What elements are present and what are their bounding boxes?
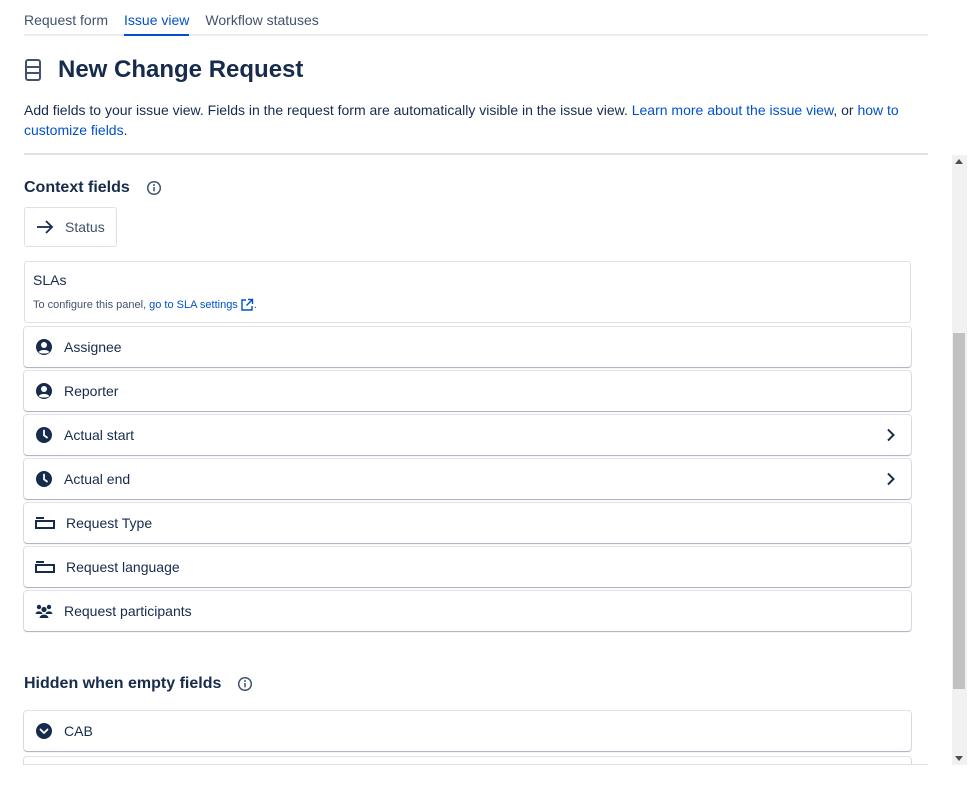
short-text-icon bbox=[35, 558, 55, 576]
status-label: Status bbox=[65, 219, 105, 235]
field-label: Actual end bbox=[64, 471, 131, 487]
field-row-request-type[interactable]: Request Type bbox=[24, 503, 911, 543]
description-text-mid: , or bbox=[833, 102, 858, 118]
field-label: Actual start bbox=[64, 427, 135, 443]
page-description: Add fields to your issue view. Fields in… bbox=[24, 100, 914, 140]
field-label: CAB bbox=[64, 723, 93, 739]
vertical-scrollbar[interactable] bbox=[952, 155, 967, 765]
tab-bar: Request form Issue view Workflow statuse… bbox=[24, 0, 928, 36]
field-label: Assignee bbox=[64, 339, 122, 355]
tab-issue-view[interactable]: Issue view bbox=[124, 0, 190, 36]
clock-icon bbox=[35, 426, 53, 444]
learn-more-issue-view-link[interactable]: Learn more about the issue view bbox=[632, 102, 834, 118]
form-icon bbox=[24, 57, 46, 83]
info-icon[interactable] bbox=[237, 676, 253, 692]
field-label: Request language bbox=[66, 559, 180, 575]
hidden-fields-heading: Hidden when empty fields bbox=[24, 675, 253, 693]
field-label: Reporter bbox=[64, 383, 119, 399]
field-row-reporter[interactable]: Reporter bbox=[24, 371, 911, 411]
field-row-request-language[interactable]: Request language bbox=[24, 547, 911, 587]
sla-note-end: . bbox=[253, 299, 257, 311]
page-header: New Change Request bbox=[24, 56, 303, 84]
description-text-end: . bbox=[123, 122, 128, 138]
chevron-right-icon[interactable] bbox=[883, 427, 899, 443]
page-title: New Change Request bbox=[58, 56, 304, 83]
sla-title: SLAs bbox=[33, 272, 67, 288]
bottom-divider bbox=[24, 764, 928, 765]
chevron-right-icon[interactable] bbox=[883, 471, 899, 487]
arrow-right-icon bbox=[35, 217, 55, 237]
field-row-actual-end[interactable]: Actual end bbox=[24, 459, 911, 499]
sla-panel: SLAs To configure this panel, go to SLA … bbox=[24, 261, 911, 323]
scroll-down-arrow-icon[interactable] bbox=[955, 756, 963, 761]
description-text: Add fields to your issue view. Fields in… bbox=[24, 102, 632, 118]
tab-request-form[interactable]: Request form bbox=[24, 0, 108, 34]
field-label: Request Type bbox=[66, 515, 153, 531]
user-avatar-icon bbox=[35, 338, 53, 356]
status-field-chip[interactable]: Status bbox=[24, 207, 117, 247]
external-link-icon[interactable] bbox=[240, 298, 254, 312]
field-row-request-participants[interactable]: Request participants bbox=[24, 591, 911, 631]
field-row-actual-start[interactable]: Actual start bbox=[24, 415, 911, 455]
field-label: Request participants bbox=[64, 603, 192, 619]
hidden-fields-title: Hidden when empty fields bbox=[24, 675, 222, 692]
sla-settings-link[interactable]: go to SLA settings bbox=[149, 299, 238, 311]
short-text-icon bbox=[35, 514, 55, 532]
scrollbar-thumb[interactable] bbox=[953, 333, 965, 689]
clock-icon bbox=[35, 470, 53, 488]
field-row-assignee[interactable]: Assignee bbox=[24, 327, 911, 367]
sla-note: To configure this panel, go to SLA setti… bbox=[33, 298, 902, 312]
context-fields-title: Context fields bbox=[24, 179, 130, 196]
scroll-up-arrow-icon[interactable] bbox=[955, 159, 963, 164]
sla-note-text: To configure this panel, bbox=[33, 299, 147, 311]
context-fields-heading: Context fields bbox=[24, 179, 162, 197]
info-icon[interactable] bbox=[146, 180, 162, 196]
issue-view-fields-panel[interactable]: Context fields Status SLAs To configure … bbox=[0, 155, 977, 765]
field-row-cab[interactable]: CAB bbox=[24, 711, 911, 751]
tab-workflow-statuses[interactable]: Workflow statuses bbox=[205, 0, 318, 34]
dropdown-select-icon bbox=[35, 722, 53, 740]
user-avatar-icon bbox=[35, 382, 53, 400]
people-group-icon bbox=[35, 602, 53, 620]
